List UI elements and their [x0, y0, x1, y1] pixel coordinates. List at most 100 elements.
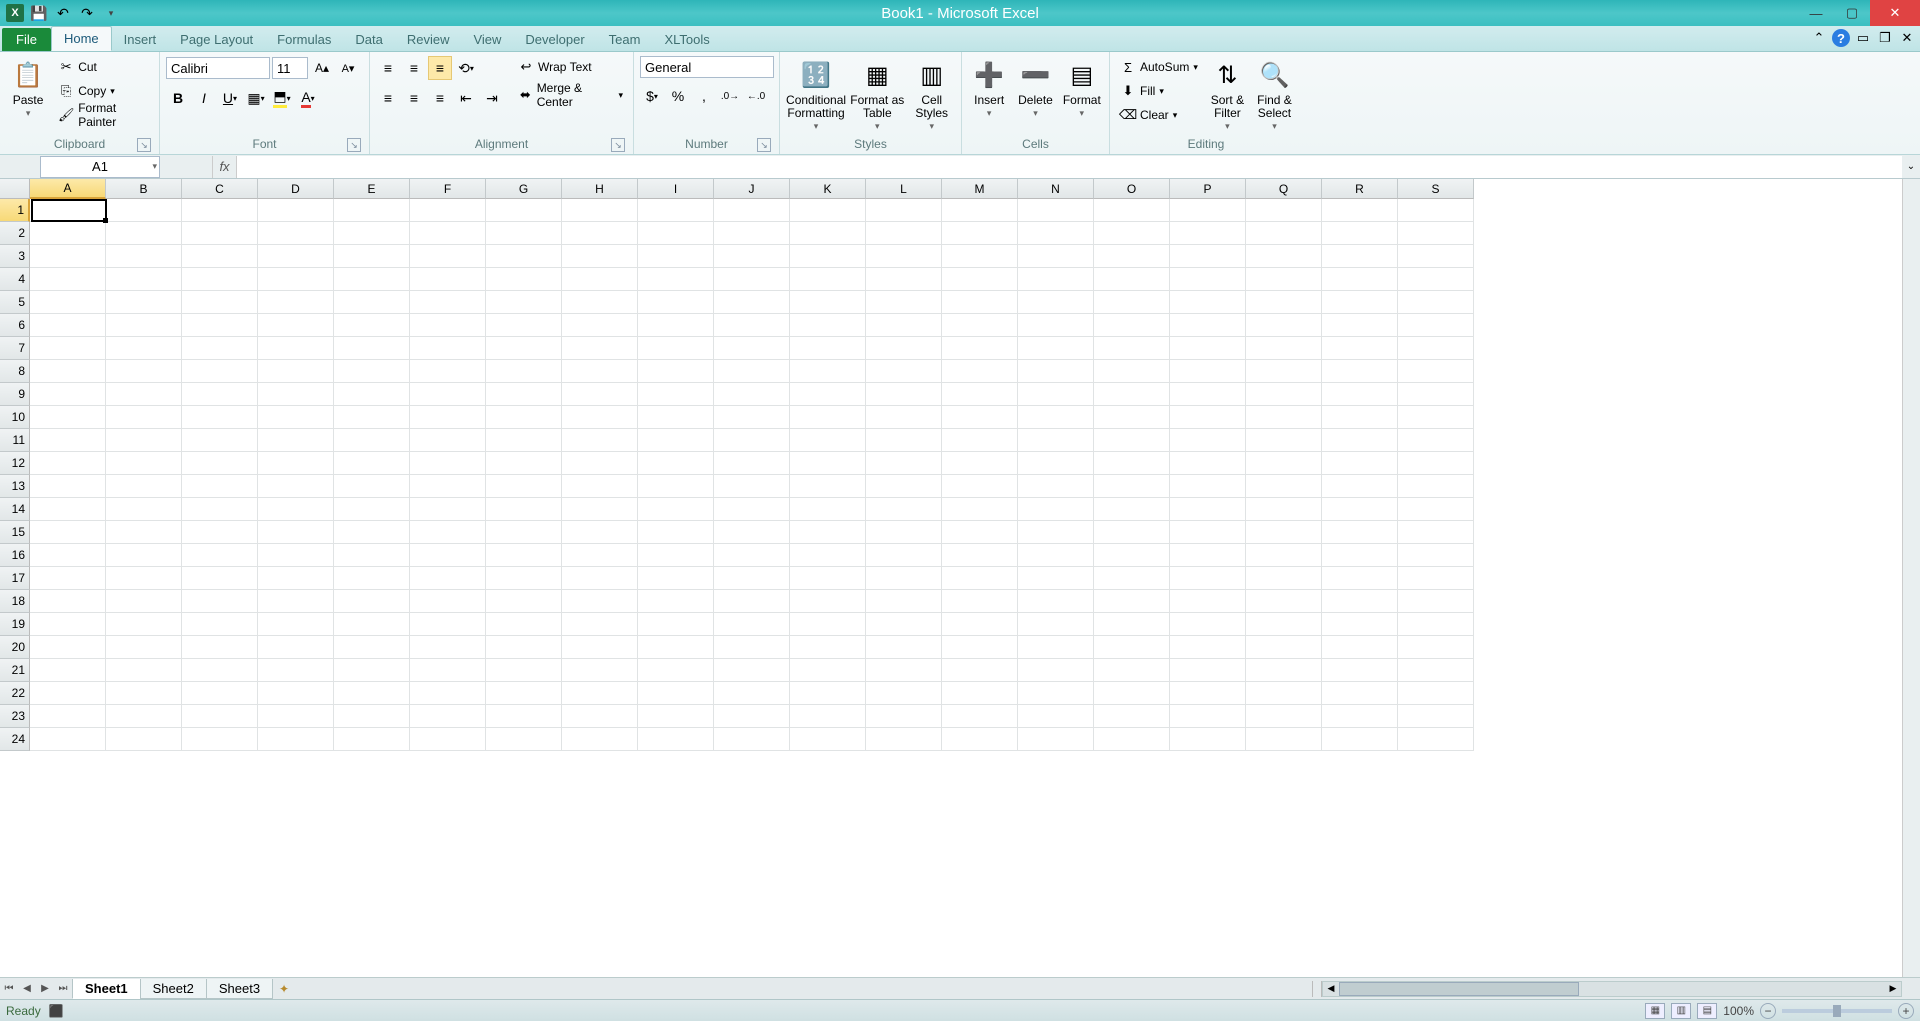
cell[interactable]	[1246, 429, 1322, 452]
cell[interactable]	[790, 429, 866, 452]
cell[interactable]	[106, 360, 182, 383]
cell[interactable]	[182, 590, 258, 613]
cell[interactable]	[714, 728, 790, 751]
cell[interactable]	[410, 475, 486, 498]
cell[interactable]	[1246, 659, 1322, 682]
cell[interactable]	[1246, 222, 1322, 245]
cell[interactable]	[1246, 590, 1322, 613]
sheet-tab-3[interactable]: Sheet3	[206, 979, 273, 999]
cell[interactable]	[106, 705, 182, 728]
cell[interactable]	[410, 498, 486, 521]
maximize-button[interactable]: ▢	[1834, 0, 1870, 26]
conditional-formatting-button[interactable]: 🔢Conditional Formatting▾	[786, 56, 846, 133]
decrease-decimal-button[interactable]: ←.0	[744, 84, 768, 108]
cell[interactable]	[1094, 199, 1170, 222]
cell[interactable]	[182, 406, 258, 429]
cell[interactable]	[1398, 337, 1474, 360]
cell[interactable]	[486, 728, 562, 751]
column-header[interactable]: L	[866, 179, 942, 199]
column-header[interactable]: G	[486, 179, 562, 199]
row-header[interactable]: 6	[0, 314, 30, 337]
row-header[interactable]: 3	[0, 245, 30, 268]
cell[interactable]	[106, 452, 182, 475]
cell[interactable]	[1246, 291, 1322, 314]
cell[interactable]	[258, 705, 334, 728]
cell[interactable]	[1322, 728, 1398, 751]
cell[interactable]	[790, 452, 866, 475]
cell[interactable]	[790, 383, 866, 406]
cell[interactable]	[1094, 636, 1170, 659]
cell[interactable]	[562, 728, 638, 751]
cell[interactable]	[334, 314, 410, 337]
cell[interactable]	[1018, 544, 1094, 567]
cell[interactable]	[1322, 475, 1398, 498]
cell[interactable]	[1170, 705, 1246, 728]
cell[interactable]	[638, 567, 714, 590]
cell[interactable]	[258, 636, 334, 659]
cell[interactable]	[790, 636, 866, 659]
cell[interactable]	[410, 728, 486, 751]
cell[interactable]	[486, 360, 562, 383]
cell[interactable]	[942, 682, 1018, 705]
cell[interactable]	[638, 406, 714, 429]
cell[interactable]	[1018, 636, 1094, 659]
column-header[interactable]: F	[410, 179, 486, 199]
cell[interactable]	[106, 199, 182, 222]
font-color-button[interactable]: A▾	[296, 86, 320, 110]
cell[interactable]	[1246, 268, 1322, 291]
tab-developer[interactable]: Developer	[513, 28, 596, 51]
page-layout-view-button[interactable]: ▥	[1671, 1003, 1691, 1019]
font-size-input[interactable]	[272, 57, 308, 79]
cell[interactable]	[258, 521, 334, 544]
cell[interactable]	[410, 314, 486, 337]
scroll-right-icon[interactable]: ▶	[1885, 982, 1901, 996]
cell[interactable]	[30, 245, 106, 268]
cell[interactable]	[866, 682, 942, 705]
prev-sheet-button[interactable]: ◀	[18, 979, 36, 999]
cell[interactable]	[1322, 521, 1398, 544]
cell[interactable]	[1018, 245, 1094, 268]
cell[interactable]	[562, 199, 638, 222]
cell[interactable]	[638, 613, 714, 636]
cell[interactable]	[638, 268, 714, 291]
cell[interactable]	[1170, 199, 1246, 222]
insert-cells-button[interactable]: ➕Insert▾	[968, 56, 1010, 120]
cell[interactable]	[1322, 636, 1398, 659]
row-header[interactable]: 5	[0, 291, 30, 314]
cell[interactable]	[1018, 705, 1094, 728]
cell[interactable]	[1398, 705, 1474, 728]
cell[interactable]	[410, 429, 486, 452]
cell[interactable]	[1170, 337, 1246, 360]
qat-customize-icon[interactable]: ▾	[100, 2, 122, 24]
save-button[interactable]: 💾	[28, 2, 50, 24]
cell[interactable]	[182, 498, 258, 521]
align-center-button[interactable]: ≡	[402, 86, 426, 110]
cell[interactable]	[334, 360, 410, 383]
cell[interactable]	[182, 314, 258, 337]
cell[interactable]	[866, 429, 942, 452]
cell[interactable]	[106, 521, 182, 544]
cell[interactable]	[866, 245, 942, 268]
cell[interactable]	[334, 636, 410, 659]
cell[interactable]	[1094, 705, 1170, 728]
cell[interactable]	[1398, 199, 1474, 222]
cell[interactable]	[562, 636, 638, 659]
cell[interactable]	[1018, 590, 1094, 613]
tab-formulas[interactable]: Formulas	[265, 28, 343, 51]
cell[interactable]	[182, 567, 258, 590]
cell[interactable]	[30, 314, 106, 337]
cell[interactable]	[182, 452, 258, 475]
cell[interactable]	[866, 337, 942, 360]
tab-page-layout[interactable]: Page Layout	[168, 28, 265, 51]
increase-indent-button[interactable]: ⇥	[480, 86, 504, 110]
next-sheet-button[interactable]: ▶	[36, 979, 54, 999]
cell[interactable]	[258, 406, 334, 429]
cell[interactable]	[866, 452, 942, 475]
cell[interactable]	[1322, 659, 1398, 682]
cell[interactable]	[1398, 314, 1474, 337]
cell[interactable]	[1170, 291, 1246, 314]
cell[interactable]	[410, 705, 486, 728]
cell[interactable]	[562, 222, 638, 245]
column-header[interactable]: C	[182, 179, 258, 199]
cell[interactable]	[410, 383, 486, 406]
